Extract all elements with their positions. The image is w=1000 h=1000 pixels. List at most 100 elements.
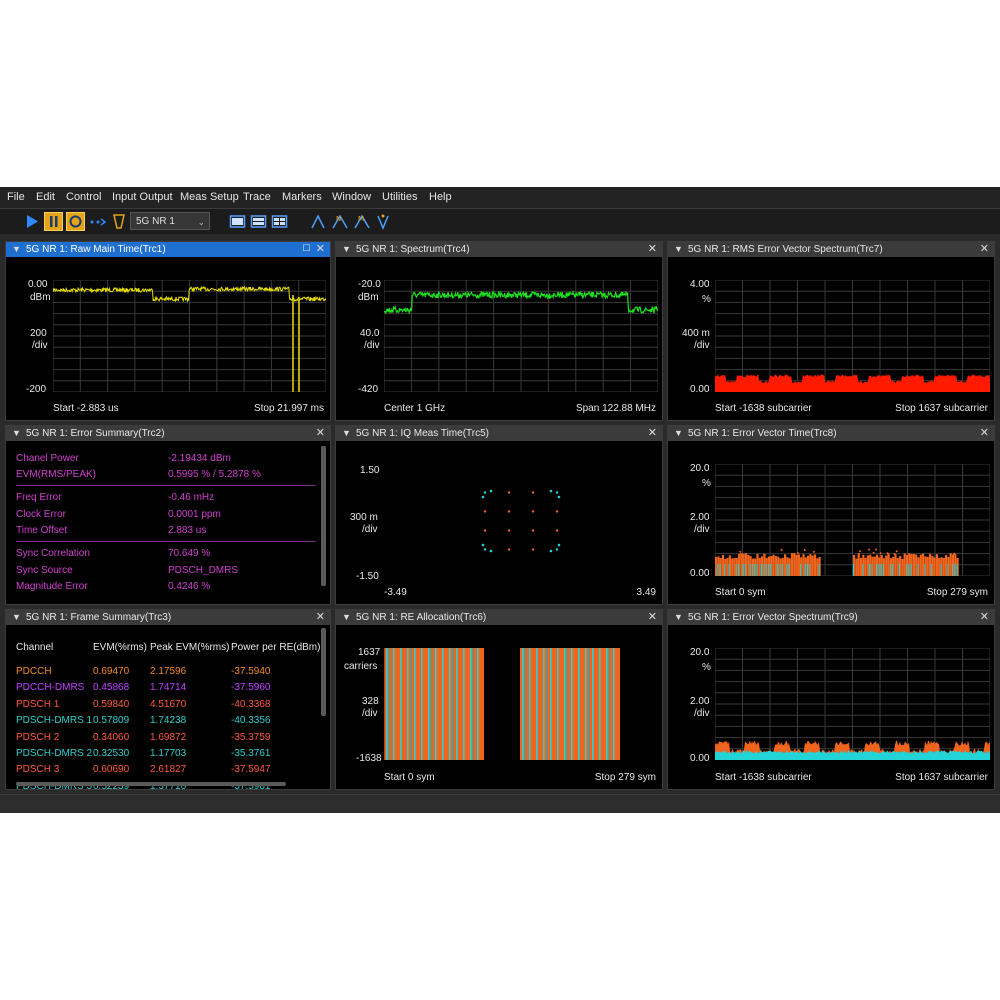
marker-valley-icon[interactable] bbox=[376, 212, 390, 231]
y-div-label: 2.00 bbox=[690, 512, 710, 523]
app-window: File Edit Control Input Output Meas Setu… bbox=[0, 187, 1000, 813]
collapse-triangle-icon[interactable]: ▼ bbox=[674, 610, 683, 625]
vertical-scrollbar[interactable] bbox=[321, 446, 326, 586]
layout-single-icon[interactable] bbox=[229, 212, 246, 231]
close-icon[interactable]: ✕ bbox=[980, 242, 989, 257]
close-icon[interactable]: ✕ bbox=[980, 610, 989, 625]
layout-stack-icon[interactable] bbox=[250, 212, 267, 231]
plot-area[interactable] bbox=[384, 280, 658, 392]
column-header-evm[interactable]: EVM(%rms) bbox=[93, 642, 147, 653]
plot-area[interactable] bbox=[384, 648, 658, 760]
plot-area[interactable] bbox=[715, 280, 990, 392]
constellation-point bbox=[549, 549, 553, 553]
plot-area[interactable] bbox=[53, 280, 326, 392]
vertical-scrollbar[interactable] bbox=[321, 628, 326, 716]
collapse-triangle-icon[interactable]: ▼ bbox=[12, 242, 21, 257]
panel-rms-error-vector-spectrum[interactable]: ▼ 5G NR 1: RMS Error Vector Spectrum(Trc7… bbox=[667, 241, 995, 421]
dmrs-stripe bbox=[543, 648, 545, 760]
error-bar-cyan bbox=[908, 564, 910, 576]
plot-area[interactable] bbox=[715, 648, 990, 760]
column-header-peak-evm[interactable]: Peak EVM(%rms) bbox=[150, 642, 229, 653]
cell-channel: PDCCH bbox=[16, 666, 52, 677]
menu-bar: File Edit Control Input Output Meas Setu… bbox=[0, 187, 1000, 209]
collapse-triangle-icon[interactable]: ▼ bbox=[342, 426, 351, 441]
error-bar bbox=[747, 554, 750, 576]
panel-frame-summary[interactable]: ▼ 5G NR 1: Frame Summary(Trc3) ✕ Channel E… bbox=[5, 609, 331, 790]
menu-file[interactable]: File bbox=[7, 191, 25, 203]
x-start-label: Start -2.883 us bbox=[53, 403, 119, 414]
menu-trace[interactable]: Trace bbox=[243, 191, 271, 203]
collapse-triangle-icon[interactable]: ▼ bbox=[12, 610, 21, 625]
column-header-power[interactable]: Power per RE(dBm) bbox=[231, 642, 320, 653]
x-start-label: Start -1638 subcarrier bbox=[715, 772, 812, 783]
collapse-triangle-icon[interactable]: ▼ bbox=[674, 426, 683, 441]
dmrs-stripe bbox=[599, 648, 601, 760]
play-icon[interactable] bbox=[26, 212, 39, 231]
y-top-label: 1.50 bbox=[360, 465, 380, 476]
panel-title-text: 5G NR 1: Error Vector Spectrum(Trc9) bbox=[688, 612, 858, 623]
panel-title: ▼ 5G NR 1: RMS Error Vector Spectrum(Trc7… bbox=[668, 242, 994, 257]
error-bar-cyan bbox=[899, 564, 900, 576]
pause-icon[interactable] bbox=[44, 212, 63, 231]
close-icon[interactable]: ✕ bbox=[316, 242, 325, 257]
close-icon[interactable]: ✕ bbox=[316, 610, 325, 625]
panel-spectrum[interactable]: ▼ 5G NR 1: Spectrum(Trc4) ✕ -20.0 dBm 40.0… bbox=[335, 241, 663, 421]
collapse-triangle-icon[interactable]: ▼ bbox=[674, 242, 683, 257]
menu-help[interactable]: Help bbox=[429, 191, 452, 203]
layout-grid-icon[interactable] bbox=[271, 212, 288, 231]
panel-error-vector-time[interactable]: ▼ 5G NR 1: Error Vector Time(Trc8) ✕ 20.0 … bbox=[667, 425, 995, 605]
error-bar-cyan bbox=[924, 564, 926, 576]
trigger-icon[interactable] bbox=[112, 212, 126, 231]
error-bar-cyan bbox=[818, 564, 820, 576]
close-icon[interactable]: ✕ bbox=[980, 426, 989, 441]
panel-error-vector-spectrum[interactable]: ▼ 5G NR 1: Error Vector Spectrum(Trc9) ✕ 2… bbox=[667, 609, 995, 790]
single-sweep-icon[interactable] bbox=[89, 212, 107, 231]
menu-markers[interactable]: Markers bbox=[282, 191, 322, 203]
error-bar bbox=[942, 558, 945, 576]
close-icon[interactable]: ✕ bbox=[316, 426, 325, 441]
panel-re-allocation[interactable]: ▼ 5G NR 1: RE Allocation(Trc6) ✕ 1637 carr… bbox=[335, 609, 663, 790]
plot-area[interactable] bbox=[715, 464, 990, 576]
error-bar-cyan bbox=[719, 564, 721, 576]
constellation-point bbox=[557, 543, 561, 547]
error-bar-cyan bbox=[738, 564, 739, 576]
marker-peak-icon[interactable] bbox=[310, 212, 326, 231]
close-icon[interactable]: ✕ bbox=[648, 242, 657, 257]
error-bar bbox=[873, 556, 876, 576]
panel-error-summary[interactable]: ▼ 5G NR 1: Error Summary(Trc2) ✕ Chanel Po… bbox=[5, 425, 331, 605]
error-bar bbox=[857, 553, 860, 576]
error-label-evm: EVM(RMS/PEAK) bbox=[16, 469, 97, 480]
close-icon[interactable]: ✕ bbox=[648, 426, 657, 441]
dmrs-stripe bbox=[386, 648, 388, 760]
collapse-triangle-icon[interactable]: ▼ bbox=[342, 610, 351, 625]
dmrs-stripe bbox=[410, 648, 412, 760]
dmrs-stripe bbox=[431, 648, 433, 760]
continuous-icon[interactable] bbox=[66, 212, 85, 231]
constellation-plot[interactable] bbox=[384, 464, 658, 576]
menu-meas-setup[interactable]: Meas Setup bbox=[180, 191, 239, 203]
error-bar-cyan bbox=[954, 564, 956, 576]
collapse-triangle-icon[interactable]: ▼ bbox=[342, 242, 351, 257]
menu-window[interactable]: Window bbox=[332, 191, 371, 203]
horizontal-scrollbar[interactable] bbox=[16, 782, 286, 786]
close-icon[interactable]: ✕ bbox=[648, 610, 657, 625]
collapse-triangle-icon[interactable]: ▼ bbox=[12, 426, 21, 441]
marker-min-icon[interactable]: M bbox=[354, 212, 370, 231]
cell-power: -35.3761 bbox=[231, 748, 271, 759]
menu-edit[interactable]: Edit bbox=[36, 191, 55, 203]
constellation-point bbox=[555, 491, 559, 494]
error-bar-cyan bbox=[862, 564, 864, 576]
menu-input-output[interactable]: Input Output bbox=[112, 191, 173, 203]
maximize-icon[interactable]: □ bbox=[303, 242, 310, 256]
column-header-channel[interactable]: Channel bbox=[16, 642, 53, 653]
y-div-unit-label: /div bbox=[364, 340, 380, 351]
error-value-time-offset: 2.883 us bbox=[168, 525, 207, 536]
menu-control[interactable]: Control bbox=[66, 191, 101, 203]
panel-iq-meas-time[interactable]: ▼ 5G NR 1: IQ Meas Time(Trc5) ✕ 1.50 300 m… bbox=[335, 425, 663, 605]
marker-next-peak-icon[interactable]: N bbox=[332, 212, 348, 231]
menu-utilities[interactable]: Utilities bbox=[382, 191, 417, 203]
error-bar bbox=[774, 556, 777, 576]
panel-title: ▼ 5G NR 1: Spectrum(Trc4) ✕ bbox=[336, 242, 662, 257]
channel-select[interactable]: 5G NR 1 ⌄ bbox=[130, 212, 210, 230]
panel-raw-main-time[interactable]: ▼ 5G NR 1: Raw Main Time(Trc1) □ ✕ 0.00 dBm… bbox=[5, 241, 331, 421]
